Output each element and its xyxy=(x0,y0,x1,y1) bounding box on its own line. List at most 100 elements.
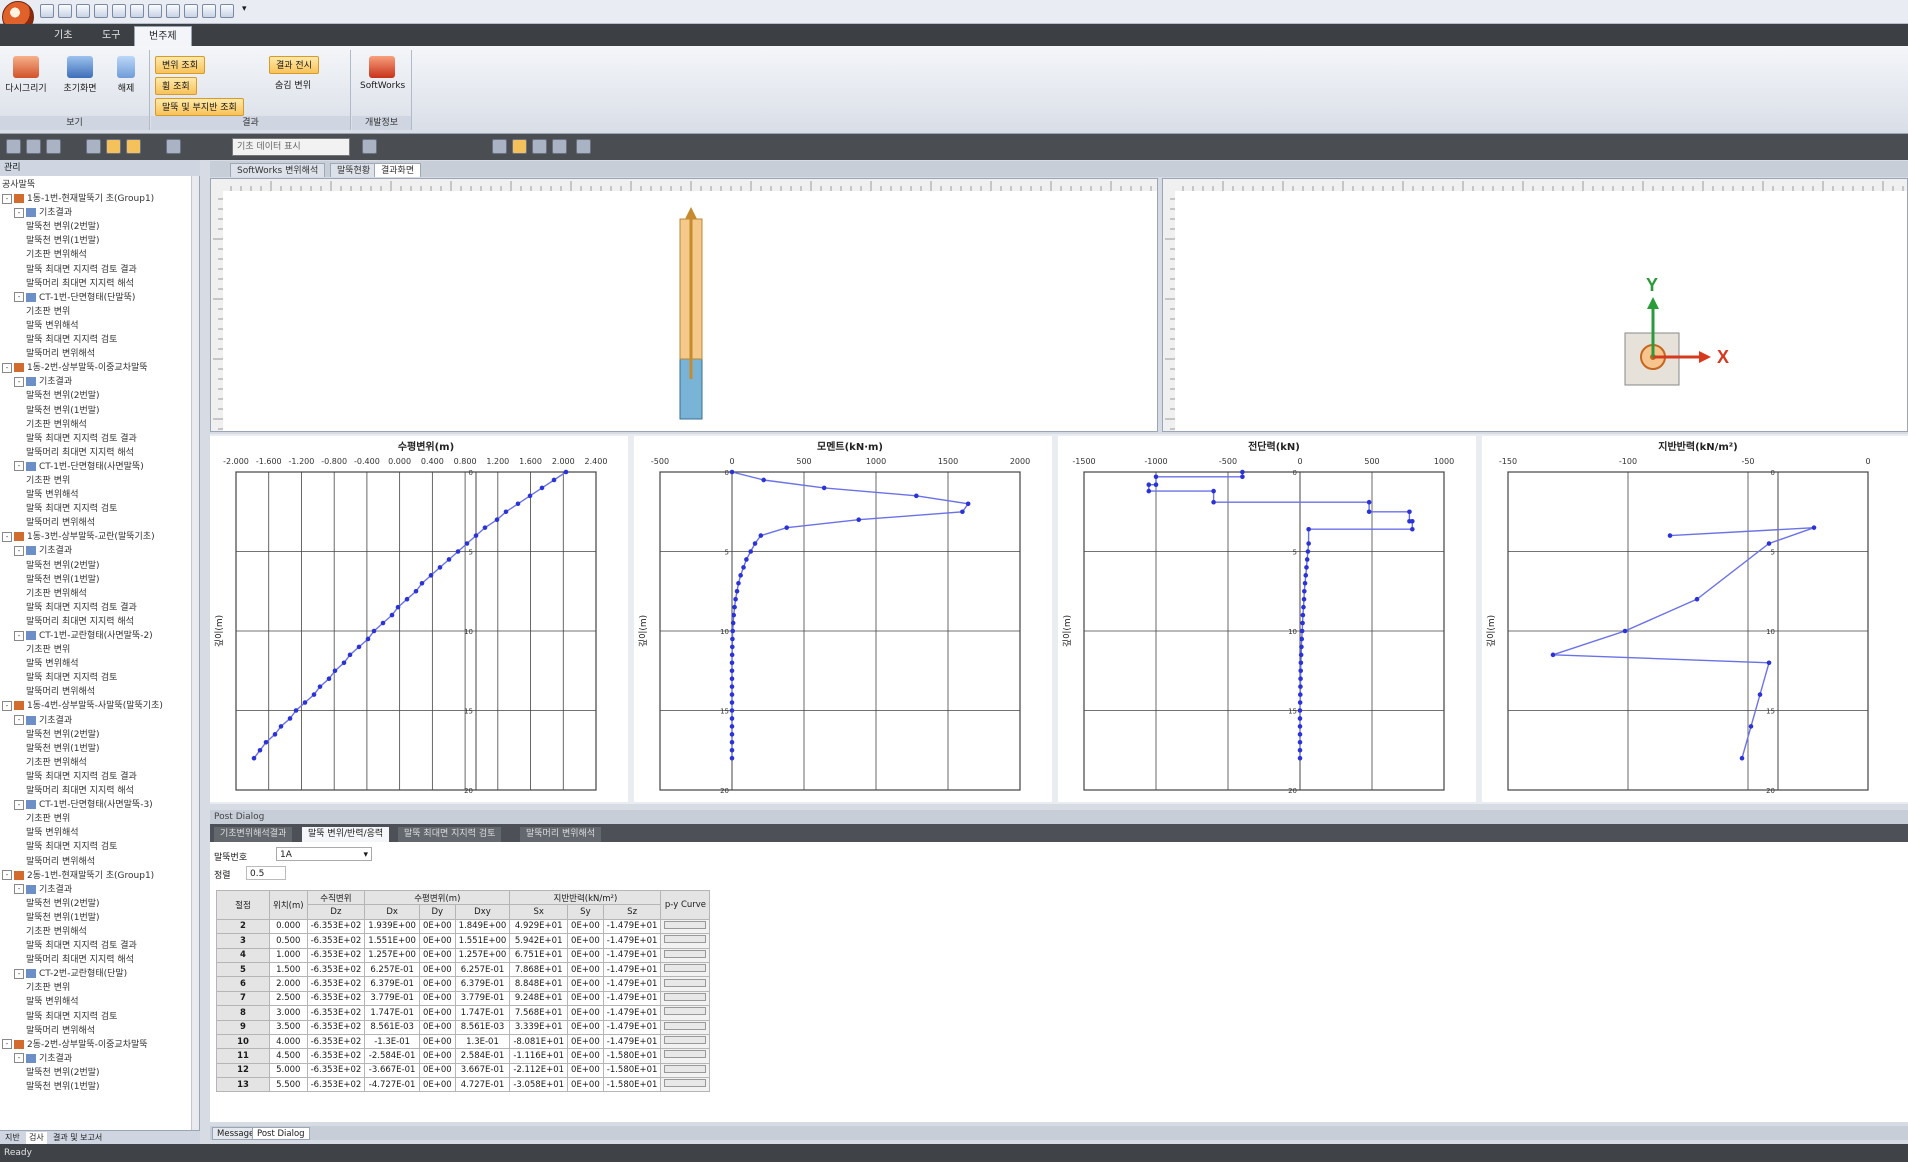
image-icon[interactable] xyxy=(130,4,144,18)
tree-item[interactable]: 말뚝천 변위(1번말) xyxy=(2,573,198,587)
tab-results[interactable]: 번주제 xyxy=(134,26,192,46)
save-icon[interactable] xyxy=(58,4,72,18)
py-curve-cell[interactable] xyxy=(660,1062,711,1079)
table-row[interactable]: 8 3.000 -6.353E+02 1.747E-01 0E+00 1.747E-01 7… xyxy=(216,1005,711,1021)
tree-item[interactable]: 기초판 변위 xyxy=(2,643,198,657)
output-tab-foundation[interactable]: 기초변위해석결과 xyxy=(214,827,293,842)
tree-item[interactable]: 말뚝 최대면 지지력 검토 결과 xyxy=(2,601,198,615)
tree-expander-icon[interactable]: - xyxy=(14,1053,24,1064)
tree-item[interactable]: 말뚝 변위해석 xyxy=(2,657,198,671)
chart-panel[interactable]: 지반반력(kN/m²) -150 -100 -50 0 0 5 10 15 20 깊이(m) xyxy=(1482,436,1908,802)
py-curve-cell[interactable] xyxy=(660,933,711,949)
export-icon[interactable] xyxy=(112,4,126,18)
doc-tab-softworks[interactable]: SoftWorks 변위해석 xyxy=(230,163,326,177)
refresh-icon[interactable] xyxy=(94,4,108,18)
tree-item[interactable]: - 2동-2번-상부말뚝-이중교차말뚝 xyxy=(2,1038,198,1052)
tree-item[interactable]: 말뚝 최대면 지지력 검토 xyxy=(2,840,198,854)
py-curve-cell[interactable] xyxy=(660,961,711,978)
filter-input[interactable]: 0.5 xyxy=(246,866,286,880)
tree-expander-icon[interactable]: - xyxy=(2,1039,12,1050)
table-row[interactable]: 12 5.000 -6.353E+02 -3.667E-01 0E+00 3.667E-0… xyxy=(216,1062,711,1079)
tree-item[interactable]: 말뚝 변위해석 xyxy=(2,319,198,333)
table-row[interactable]: 2 0.000 -6.353E+02 1.939E+00 0E+00 1.849E+00 4… xyxy=(216,918,711,935)
tree-item[interactable]: 말뚝머리 최대면 지지력 해석 xyxy=(2,615,198,629)
pile-no-select[interactable]: 1A ▾ xyxy=(276,847,372,861)
tree-item[interactable]: 기초판 변위해석 xyxy=(2,756,198,770)
tree-expander-icon[interactable]: - xyxy=(2,531,12,542)
py-curve-button-icon[interactable] xyxy=(664,1036,707,1045)
py-curve-button-icon[interactable] xyxy=(664,1021,707,1030)
output-tab-pilehead[interactable]: 말뚝머리 변위해석 xyxy=(520,827,602,842)
back-icon[interactable] xyxy=(46,139,61,154)
tree-expander-icon[interactable]: - xyxy=(2,870,12,881)
table-row[interactable]: 3 0.500 -6.353E+02 1.551E+00 0E+00 1.551E+00 5… xyxy=(216,933,711,949)
output-tab-capacity[interactable]: 말뚝 최대면 지지력 검토 xyxy=(398,827,502,842)
tree-expander-icon[interactable]: - xyxy=(14,545,24,556)
tree-item[interactable]: 말뚝천 변위(1번말) xyxy=(2,742,198,756)
tree-item[interactable]: 말뚝천 변위(2번말) xyxy=(2,389,198,403)
tree-item[interactable]: - 기초결과 xyxy=(2,544,198,558)
tree-expander-icon[interactable]: - xyxy=(14,461,24,472)
tree-expander-icon[interactable]: - xyxy=(14,884,24,895)
tree-item[interactable]: 말뚝 최대면 지지력 검토 xyxy=(2,671,198,685)
viewport-front[interactable] xyxy=(210,178,1158,432)
tree-item[interactable]: 기초판 변위해석 xyxy=(2,248,198,262)
tree-expander-icon[interactable]: - xyxy=(2,700,12,711)
tree-item[interactable]: 말뚝머리 변위해석 xyxy=(2,685,198,699)
tree-expander-icon[interactable]: - xyxy=(14,292,24,303)
tab-check[interactable]: 검사 xyxy=(26,1132,47,1144)
release-button[interactable]: 해제 xyxy=(104,52,148,112)
py-curve-button-icon[interactable] xyxy=(664,935,707,944)
pan-icon[interactable] xyxy=(126,139,141,154)
tree-item[interactable]: 말뚝머리 변위해석 xyxy=(2,347,198,361)
tree-item[interactable]: 기초판 변위해석 xyxy=(2,418,198,432)
bottom-tab-post-dialog[interactable]: Post Dialog xyxy=(252,1127,310,1140)
view-side-icon[interactable] xyxy=(532,139,547,154)
py-curve-button-icon[interactable] xyxy=(664,964,707,973)
tree-scrollbar[interactable] xyxy=(191,176,199,1130)
tree-item[interactable]: 말뚝 최대면 지지력 검토 xyxy=(2,502,198,516)
py-curve-button-icon[interactable] xyxy=(664,1064,707,1073)
py-curve-cell[interactable] xyxy=(660,1077,711,1093)
py-curve-button-icon[interactable] xyxy=(664,978,707,987)
py-curve-button-icon[interactable] xyxy=(664,1079,707,1088)
tree-item[interactable]: 기초판 변위 xyxy=(2,474,198,488)
tree-item[interactable]: 말뚝 변위해석 xyxy=(2,995,198,1009)
table-row[interactable]: 11 4.500 -6.353E+02 -2.584E-01 0E+00 2.584E-0… xyxy=(216,1048,711,1064)
tree-expander-icon[interactable]: - xyxy=(14,376,24,387)
table-icon[interactable] xyxy=(166,4,180,18)
table-row[interactable]: 4 1.000 -6.353E+02 1.257E+00 0E+00 1.257E+00 6… xyxy=(216,947,711,963)
print-icon[interactable] xyxy=(76,4,90,18)
py-curve-cell[interactable] xyxy=(660,1005,711,1021)
tree-item[interactable]: 기초판 변위해석 xyxy=(2,587,198,601)
tree-item[interactable]: 말뚝머리 최대면 지지력 해석 xyxy=(2,277,198,291)
settings-icon[interactable] xyxy=(202,4,216,18)
chart-panel[interactable]: 수평변위(m) -2.000 -1.600 -1.200 -0.800 -0.400 0.0… xyxy=(210,436,628,802)
softworks-button[interactable]: SoftWorks xyxy=(360,52,405,112)
tree-item[interactable]: - CT-2번-교란형태(단말) xyxy=(2,967,198,981)
render-icon[interactable] xyxy=(576,139,591,154)
tree-item[interactable]: - CT-1번-단면형태(사면말뚝) xyxy=(2,460,198,474)
select-icon[interactable] xyxy=(86,139,101,154)
tree-expander-icon[interactable]: - xyxy=(14,207,24,218)
tree-expander-icon[interactable]: - xyxy=(14,630,24,641)
undo-icon[interactable] xyxy=(220,4,234,18)
tree-item[interactable]: 말뚝 최대면 지지력 검토 결과 xyxy=(2,432,198,446)
tree-item[interactable]: 공사말뚝 xyxy=(2,178,198,192)
tab-soil[interactable]: 지반 xyxy=(2,1132,23,1144)
table-row[interactable]: 13 5.500 -6.353E+02 -4.727E-01 0E+00 4.727E-0… xyxy=(216,1077,711,1093)
tree-expander-icon[interactable]: - xyxy=(2,193,12,204)
undo-icon[interactable] xyxy=(6,139,21,154)
tree-item[interactable]: - 1동-1번-현재말뚝기 초(Group1) xyxy=(2,192,198,206)
redraw-button[interactable]: 다시그리기 xyxy=(4,52,48,112)
combo-dropdown-icon[interactable] xyxy=(362,139,377,154)
tree-item[interactable]: 말뚝머리 최대면 지지력 해석 xyxy=(2,953,198,967)
tree-item[interactable]: 말뚝천 변위(2번말) xyxy=(2,559,198,573)
tree-item[interactable]: - 기초결과 xyxy=(2,714,198,728)
tree-item[interactable]: - 1동-3번-상부말뚝-교란(말뚝기초) xyxy=(2,530,198,544)
view-front-icon[interactable] xyxy=(512,139,527,154)
py-curve-cell[interactable] xyxy=(660,1019,711,1035)
tree-item[interactable]: 말뚝머리 최대면 지지력 해석 xyxy=(2,446,198,460)
tree-item[interactable]: 말뚝천 변위(1번말) xyxy=(2,1080,198,1094)
displacement-view-button[interactable]: 변위 조회 xyxy=(155,56,205,74)
